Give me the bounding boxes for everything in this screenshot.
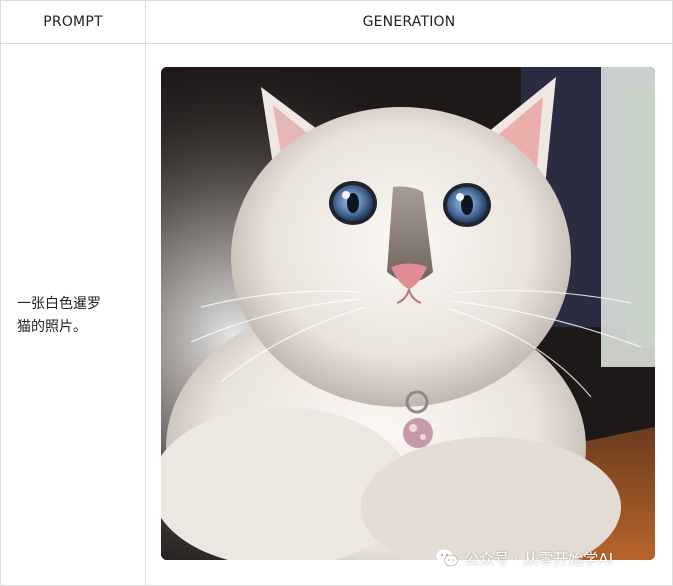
watermark: 公众号 · 从零开始学AI [436,547,613,569]
wechat-icon [436,549,458,567]
generated-cat-photo [161,67,655,560]
header-divider [1,43,672,44]
header-prompt: PROMPT [43,14,103,30]
header-generation: GENERATION [362,14,456,30]
column-divider [145,1,146,585]
prompt-text-line-1: 一张白色暹罗 [17,296,101,312]
prompt-text-line-2: 猫的照片。 [17,319,87,335]
prompt-cell: 一张白色暹罗 猫的照片。 [17,293,132,339]
watermark-text: 公众号 · 从零开始学AI [464,549,613,568]
